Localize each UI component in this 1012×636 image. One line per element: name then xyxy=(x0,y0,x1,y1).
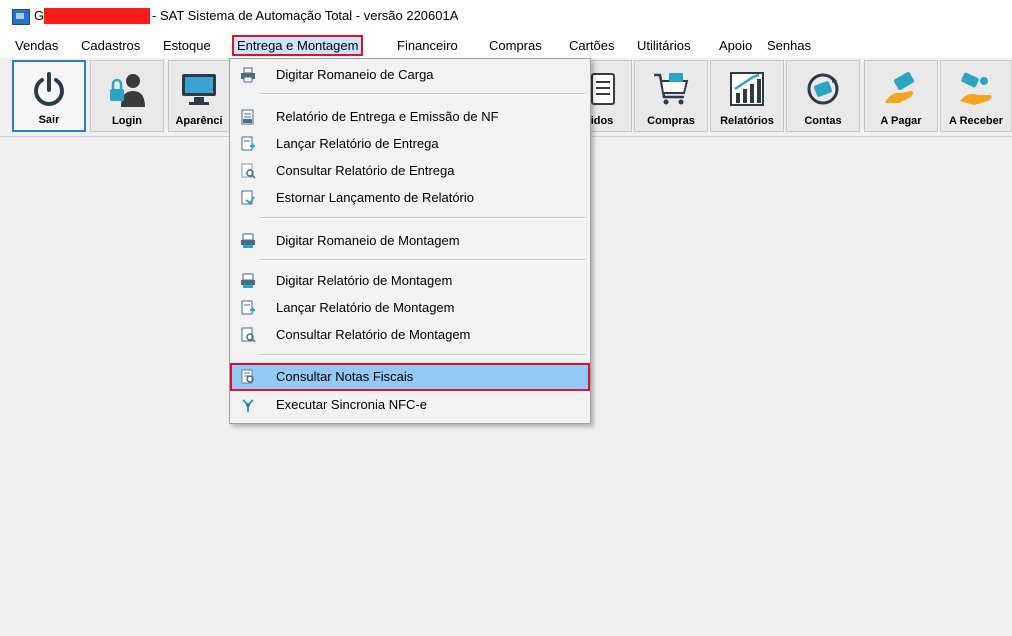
menu-item-label: Estornar Lançamento de Relatório xyxy=(276,190,475,205)
menu-item-label: Executar Sincronia NFC-e xyxy=(276,397,427,412)
pay-hand-icon xyxy=(885,72,915,103)
menu-item-consultar-relatorio-entrega[interactable]: Consultar Relatório de Entrega xyxy=(232,159,588,183)
contas-button[interactable]: Contas xyxy=(786,60,860,132)
assembly-icon xyxy=(241,233,255,248)
power-icon xyxy=(34,72,64,106)
report-undo-icon xyxy=(241,190,255,205)
window-title: - SAT Sistema de Automação Total - versã… xyxy=(152,8,459,23)
assembly-report-icon xyxy=(241,273,255,288)
menu-financeiro[interactable]: Financeiro xyxy=(394,37,461,54)
menu-item-label: Consultar Notas Fiscais xyxy=(276,369,414,384)
report-search-icon xyxy=(241,327,256,343)
menu-item-consultar-notas-fiscais[interactable]: Consultar Notas Fiscais xyxy=(230,363,590,391)
receive-hand-icon xyxy=(960,72,992,105)
menu-bar: Vendas Cadastros Estoque Entrega e Monta… xyxy=(0,34,1012,58)
menu-item-label: Digitar Relatório de Montagem xyxy=(276,273,453,288)
menu-separator xyxy=(260,93,586,95)
contas-label: Contas xyxy=(804,115,842,127)
menu-separator xyxy=(260,217,586,219)
menu-cartoes[interactable]: Cartões xyxy=(566,37,618,54)
menu-item-lancar-relatorio-entrega[interactable]: Lançar Relatório de Entrega xyxy=(232,132,588,156)
relatorios-button[interactable]: Relatórios xyxy=(710,60,784,132)
menu-item-digitar-romaneio-carga[interactable]: Digitar Romaneio de Carga xyxy=(232,63,588,87)
menu-separator xyxy=(260,354,586,356)
a-receber-button[interactable]: A Receber xyxy=(940,60,1012,132)
report-icon xyxy=(241,109,254,125)
bar-chart-icon xyxy=(730,72,764,106)
menu-item-label: Digitar Romaneio de Montagem xyxy=(276,233,460,248)
a-receber-label: A Receber xyxy=(948,115,1003,127)
menu-item-consultar-relatorio-montagem[interactable]: Consultar Relatório de Montagem xyxy=(232,323,588,347)
money-cycle-icon xyxy=(807,73,839,105)
menu-separator xyxy=(260,259,586,261)
menu-item-digitar-relatorio-montagem[interactable]: Digitar Relatório de Montagem xyxy=(232,269,588,293)
menu-compras[interactable]: Compras xyxy=(486,37,545,54)
menu-vendas[interactable]: Vendas xyxy=(12,37,61,54)
app-icon xyxy=(12,9,30,25)
login-button[interactable]: Login xyxy=(90,60,164,132)
redacted-company-name xyxy=(44,8,150,24)
report-search-icon xyxy=(241,163,256,179)
menu-item-label: Consultar Relatório de Entrega xyxy=(276,163,455,178)
cart-icon xyxy=(654,73,689,105)
menu-apoio[interactable]: Apoio xyxy=(716,37,755,54)
window-title-prefix: G xyxy=(34,8,45,23)
user-lock-icon xyxy=(110,74,145,107)
sair-label: Sair xyxy=(38,114,60,126)
menu-item-label: Lançar Relatório de Entrega xyxy=(276,136,439,151)
title-bar: G - SAT Sistema de Automação Total - ver… xyxy=(0,0,1012,34)
menu-utilitarios[interactable]: Utilitários xyxy=(634,37,693,54)
sair-button[interactable]: Sair xyxy=(12,60,86,132)
menu-item-label: Lançar Relatório de Montagem xyxy=(276,300,455,315)
sync-icon xyxy=(242,399,254,412)
printer-icon xyxy=(241,67,255,83)
aparencia-button[interactable]: Aparênci xyxy=(168,60,230,132)
menu-item-estornar-lancamento-relatorio[interactable]: Estornar Lançamento de Relatório xyxy=(232,186,588,210)
menu-item-lancar-relatorio-montagem[interactable]: Lançar Relatório de Montagem xyxy=(232,296,588,320)
menu-cadastros[interactable]: Cadastros xyxy=(78,37,143,54)
compras-label: Compras xyxy=(647,115,695,127)
menu-senhas[interactable]: Senhas xyxy=(764,37,814,54)
report-add-icon xyxy=(241,300,255,315)
entrega-montagem-dropdown: Digitar Romaneio de Carga Relatório de E… xyxy=(229,58,591,424)
menu-item-executar-sincronia-nfce[interactable]: Executar Sincronia NFC-e xyxy=(232,393,588,417)
report-add-icon xyxy=(241,136,255,151)
menu-item-relatorio-entrega-emissao-nf[interactable]: Relatório de Entrega e Emissão de NF xyxy=(232,105,588,129)
menu-item-label: Consultar Relatório de Montagem xyxy=(276,327,471,342)
menu-item-digitar-romaneio-montagem[interactable]: Digitar Romaneio de Montagem xyxy=(232,229,588,253)
aparencia-label: Aparênci xyxy=(175,115,223,127)
monitor-icon xyxy=(182,74,216,105)
invoice-search-icon xyxy=(241,369,254,384)
a-pagar-label: A Pagar xyxy=(880,115,922,127)
relatorios-label: Relatórios xyxy=(720,115,774,127)
menu-item-label: Digitar Romaneio de Carga xyxy=(276,67,434,82)
a-pagar-button[interactable]: A Pagar xyxy=(864,60,938,132)
menu-estoque[interactable]: Estoque xyxy=(160,37,214,54)
menu-item-label: Relatório de Entrega e Emissão de NF xyxy=(276,109,499,124)
compras-button[interactable]: Compras xyxy=(634,60,708,132)
login-label: Login xyxy=(112,115,142,127)
menu-entrega-e-montagem[interactable]: Entrega e Montagem xyxy=(231,35,364,56)
